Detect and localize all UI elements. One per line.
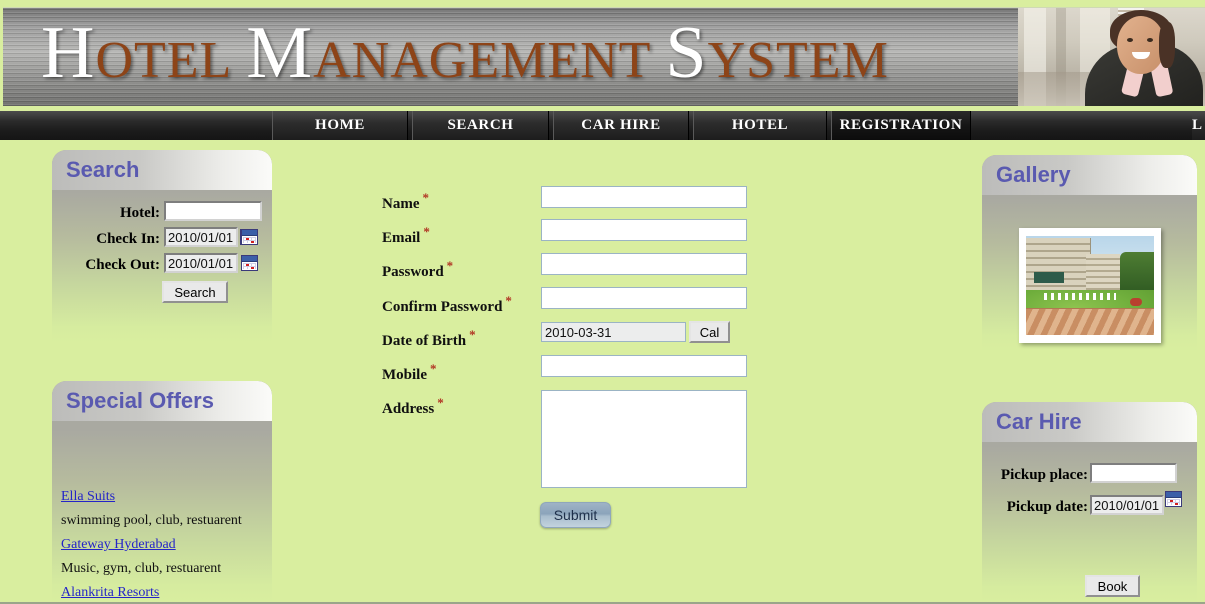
confirm-password-input[interactable] [541,287,747,309]
search-panel: Search Hotel: Check In: Check Out: Searc… [52,150,272,343]
title-part-2: MANAGEMENT [246,16,652,91]
offers-panel-title: Special Offers [66,388,214,413]
search-panel-header: Search [52,150,272,190]
gallery-photo-frame[interactable] [1019,228,1161,343]
car-hire-panel-body: Pickup place: Pickup date: Book [982,442,1197,604]
gallery-panel-body [982,195,1197,352]
email-input[interactable] [541,219,747,241]
name-input[interactable] [541,186,747,208]
name-label: Name * [382,190,429,213]
banner-photo-businesswoman [1018,8,1205,106]
pickup-date-label: Pickup date: [1006,499,1088,515]
title-rest: ANAGEMENT [313,32,652,89]
search-panel-title: Search [66,157,140,182]
email-label-text: Email [382,230,421,246]
special-offers-panel: Special Offers Ella Suits swimming pool,… [52,381,272,604]
mobile-label-text: Mobile [382,367,427,383]
nav-item-home[interactable]: HOME [272,111,408,140]
pickup-place-input[interactable] [1090,463,1177,483]
search-panel-body: Hotel: Check In: Check Out: Search [52,190,272,343]
gallery-panel-header: Gallery [982,155,1197,195]
title-part-3: SYSTEM [665,16,889,91]
calendar-cal-button[interactable]: Cal [689,321,730,343]
required-asterisk: * [469,327,476,342]
car-hire-panel-header: Car Hire [982,402,1197,442]
gallery-panel: Gallery [982,155,1197,352]
name-label-text: Name [382,196,420,212]
check-in-label: Check In: [96,231,160,247]
check-out-input[interactable] [164,253,238,273]
title-rest: OTEL [95,32,233,89]
required-asterisk: * [422,190,430,205]
email-label: Email * [382,224,430,247]
offer-desc-1: Music, gym, club, restuarent [61,561,222,576]
calendar-icon-check-out[interactable] [241,255,258,271]
main-navigation: HOME SEARCH CAR HIRE HOTEL REGISTRATION … [0,111,1205,140]
offer-link-2[interactable]: Alankrita Resorts [61,585,159,601]
mobile-input[interactable] [541,355,747,377]
title-cap: S [665,12,708,94]
password-input[interactable] [541,253,747,275]
gallery-panel-title: Gallery [996,162,1071,187]
date-of-birth-label-text: Date of Birth [382,333,467,349]
nav-item-registration[interactable]: REGISTRATION [831,111,971,140]
submit-button[interactable]: Submit [540,502,611,528]
title-rest: YSTEM [707,32,889,89]
hotel-label: Hotel: [120,205,160,221]
site-title: HOTEL MANAGEMENT SYSTEM [41,16,889,90]
title-part-1: HOTEL [41,16,233,91]
check-in-input[interactable] [164,227,238,247]
car-hire-panel-title: Car Hire [996,409,1082,434]
address-label: Address * [382,395,444,418]
title-cap: M [246,12,314,94]
offers-panel-body: Ella Suits swimming pool, club, restuare… [52,421,272,604]
required-asterisk: * [437,395,444,410]
nav-item-hotel[interactable]: HOTEL [693,111,827,140]
mobile-label: Mobile * [382,361,437,384]
nav-item-search[interactable]: SEARCH [412,111,549,140]
pickup-date-input[interactable] [1090,495,1164,515]
offer-link-0[interactable]: Ella Suits [61,489,115,505]
book-button[interactable]: Book [1085,575,1140,597]
title-cap: H [41,12,96,94]
offer-link-1[interactable]: Gateway Hyderabad [61,537,176,553]
date-of-birth-input[interactable] [541,322,686,342]
confirm-password-label: Confirm Password * [382,293,512,316]
password-label-text: Password [382,264,444,280]
hotel-input[interactable] [164,201,262,221]
gallery-photo-hotel-exterior [1026,236,1154,335]
address-label-text: Address [382,401,435,417]
required-asterisk: * [446,258,454,273]
nav-item-car-hire[interactable]: CAR HIRE [553,111,689,140]
calendar-icon-pickup-date[interactable] [1165,491,1182,507]
calendar-icon-check-in[interactable] [241,229,258,245]
password-label: Password * [382,258,453,281]
confirm-password-label-text: Confirm Password [382,299,503,315]
site-banner: HOTEL MANAGEMENT SYSTEM [3,7,1205,106]
required-asterisk: * [505,293,512,308]
date-of-birth-label: Date of Birth * [382,327,476,350]
required-asterisk: * [430,361,437,376]
required-asterisk: * [423,224,430,239]
offer-desc-0: swimming pool, club, restuarent [61,513,242,528]
offers-panel-header: Special Offers [52,381,272,421]
address-textarea[interactable] [541,390,747,488]
check-out-label: Check Out: [85,257,160,273]
pickup-place-label: Pickup place: [1000,467,1088,483]
nav-item-login[interactable]: L [1192,111,1205,140]
search-button[interactable]: Search [162,281,228,303]
